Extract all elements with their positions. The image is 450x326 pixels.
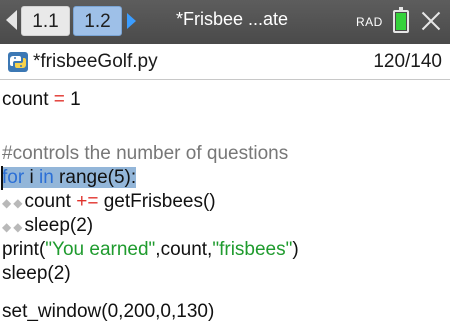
code-line[interactable]: ◆◆count += getFrisbees() — [2, 190, 216, 214]
code-token: i — [24, 167, 39, 188]
code-token: ) — [292, 239, 299, 260]
code-token: count — [24, 191, 77, 212]
string-token: "You earned" — [45, 239, 156, 260]
code-token: print( — [2, 239, 46, 260]
file-header: *frisbeeGolf.py 120/140 — [0, 44, 450, 80]
python-file-icon — [8, 52, 28, 72]
code-token: getFrisbees() — [98, 191, 216, 212]
operator-token: = — [53, 89, 65, 110]
code-line[interactable]: count = 1 — [2, 88, 81, 112]
battery-level — [396, 13, 406, 30]
document-tab-bar: 1.1 1.2 *Frisbee ...ate RAD — [0, 0, 450, 44]
string-token: "frisbees" — [212, 239, 293, 260]
close-icon[interactable] — [418, 6, 444, 36]
indent-marker: ◆◆ — [2, 220, 25, 234]
code-line[interactable]: sleep(2) — [2, 262, 71, 286]
code-token: count — [2, 89, 54, 110]
code-token: range(5): — [53, 167, 137, 188]
comment-line[interactable]: #controls the number of questions — [2, 142, 288, 166]
angle-mode-indicator: RAD — [356, 15, 383, 29]
code-token: sleep(2) — [24, 215, 94, 236]
document-title: *Frisbee ...ate — [176, 9, 289, 29]
tab-1-2[interactable]: 1.2 — [73, 6, 122, 36]
keyword-token: for — [2, 167, 25, 188]
code-line[interactable]: ◆◆sleep(2) — [2, 214, 93, 238]
text-cursor — [1, 166, 3, 190]
battery-cap — [399, 7, 403, 10]
code-token: ,count, — [155, 239, 213, 260]
operator-token: += — [76, 191, 99, 212]
tab-1-1[interactable]: 1.1 — [21, 6, 70, 36]
prev-page-icon[interactable] — [6, 10, 17, 30]
code-editor[interactable]: count = 1 #controls the number of questi… — [0, 80, 450, 326]
line-count: 120/140 — [373, 51, 442, 72]
indent-marker: ◆◆ — [2, 196, 25, 210]
code-line[interactable]: print("You earned",count,"frisbees") — [2, 238, 299, 262]
code-line[interactable]: set_window(0,200,0,130) — [2, 300, 214, 324]
code-token: 1 — [64, 89, 81, 110]
keyword-token: in — [38, 167, 54, 188]
battery-icon — [393, 7, 409, 33]
code-line-selected[interactable]: for i in range(5): — [2, 166, 137, 190]
next-page-icon[interactable] — [127, 13, 136, 29]
file-name: *frisbeeGolf.py — [33, 51, 158, 72]
